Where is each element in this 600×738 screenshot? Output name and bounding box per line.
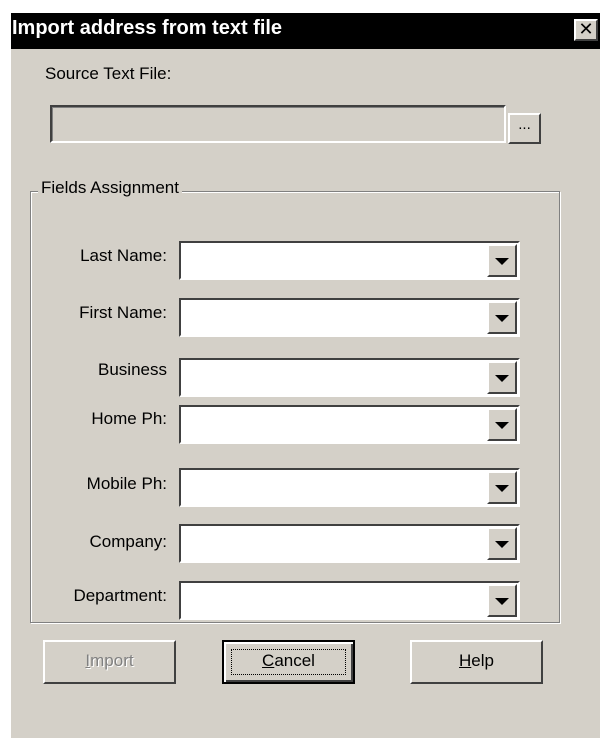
browse-button[interactable]: ... [508,113,541,144]
help-mnemonic: H [459,651,472,670]
dropdown-arrow-icon[interactable] [487,584,517,617]
home-phone-select[interactable] [179,405,520,444]
dropdown-arrow-icon[interactable] [487,471,517,504]
cancel-label-rest: ancel [274,651,315,670]
department-label: Department: [73,586,167,605]
import-label-rest: mport [90,651,134,670]
dropdown-arrow-icon[interactable] [487,301,517,334]
department-select[interactable] [179,581,520,620]
home-phone-label: Home Ph: [91,409,167,428]
dropdown-arrow-icon[interactable] [487,361,517,394]
help-label-rest: elp [471,651,494,670]
mobile-phone-label: Mobile Ph: [86,474,167,493]
mobile-phone-select[interactable] [179,468,520,507]
first-name-label: First Name: [79,303,167,322]
help-button[interactable]: Help [410,640,543,684]
window-title: Import address from text file [12,17,283,39]
source-file-field[interactable] [50,105,506,143]
import-button[interactable]: Import [43,640,176,684]
cancel-mnemonic: C [262,651,275,670]
title-bar[interactable]: Import address from text file ✕ [11,13,600,49]
company-select[interactable] [179,524,520,563]
last-name-select[interactable] [179,241,520,280]
dropdown-arrow-icon[interactable] [487,408,517,441]
dropdown-arrow-icon[interactable] [487,527,517,560]
company-label: Company: [89,532,167,551]
last-name-label: Last Name: [80,246,167,265]
source-file-label: Source Text File: [45,64,172,83]
cancel-button[interactable]: Cancel [222,640,355,684]
close-icon[interactable]: ✕ [574,19,598,41]
dropdown-arrow-icon[interactable] [487,244,517,277]
business-select[interactable] [179,358,520,397]
first-name-select[interactable] [179,298,520,337]
business-label: Business [98,360,167,379]
fields-assignment-legend: Fields Assignment [38,178,182,198]
